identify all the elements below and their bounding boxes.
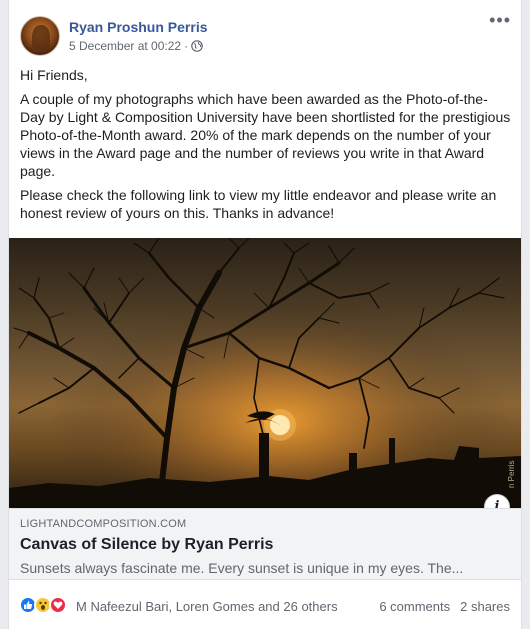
link-preview[interactable]: LIGHTANDCOMPOSITION.COM Canvas of Silenc… xyxy=(9,508,521,580)
post-footer: M Nafeezul Bari, Loren Gomes and 26 othe… xyxy=(9,590,521,620)
avatar[interactable] xyxy=(20,16,60,56)
shares-count[interactable]: 2 shares xyxy=(460,599,510,614)
photo-watermark: n Perris xyxy=(507,460,516,488)
separator: · xyxy=(184,39,189,53)
timestamp[interactable]: 5 December at 00:22 xyxy=(69,39,181,53)
globe-icon[interactable] xyxy=(191,40,203,52)
link-title[interactable]: Canvas of Silence by Ryan Perris xyxy=(20,536,273,554)
engagement-counts: 6 comments 2 shares xyxy=(379,599,510,614)
post-card: Ryan Proshun Perris 5 December at 00:22 … xyxy=(8,0,522,629)
link-description: Sunsets always fascinate me. Every sunse… xyxy=(20,560,464,576)
post-paragraph: Please check the following link to view … xyxy=(20,187,497,221)
link-preview-image[interactable]: n Perris xyxy=(9,238,521,508)
reaction-names[interactable]: M Nafeezul Bari, Loren Gomes and 26 othe… xyxy=(76,599,338,614)
love-icon[interactable] xyxy=(49,596,67,614)
post-paragraph: Hi Friends, xyxy=(20,67,88,83)
comments-count[interactable]: 6 comments xyxy=(379,599,450,614)
author-name[interactable]: Ryan Proshun Perris xyxy=(69,19,208,35)
link-domain: LIGHTANDCOMPOSITION.COM xyxy=(20,518,187,530)
reaction-icons[interactable] xyxy=(19,596,67,614)
post-paragraph: A couple of my photographs which have be… xyxy=(20,91,511,179)
more-options-icon[interactable]: ••• xyxy=(489,11,511,29)
post-header: Ryan Proshun Perris 5 December at 00:22 … xyxy=(9,0,521,60)
post-text: Hi Friends, A couple of my photographs w… xyxy=(20,66,512,228)
post-meta: 5 December at 00:22 · xyxy=(69,39,203,53)
